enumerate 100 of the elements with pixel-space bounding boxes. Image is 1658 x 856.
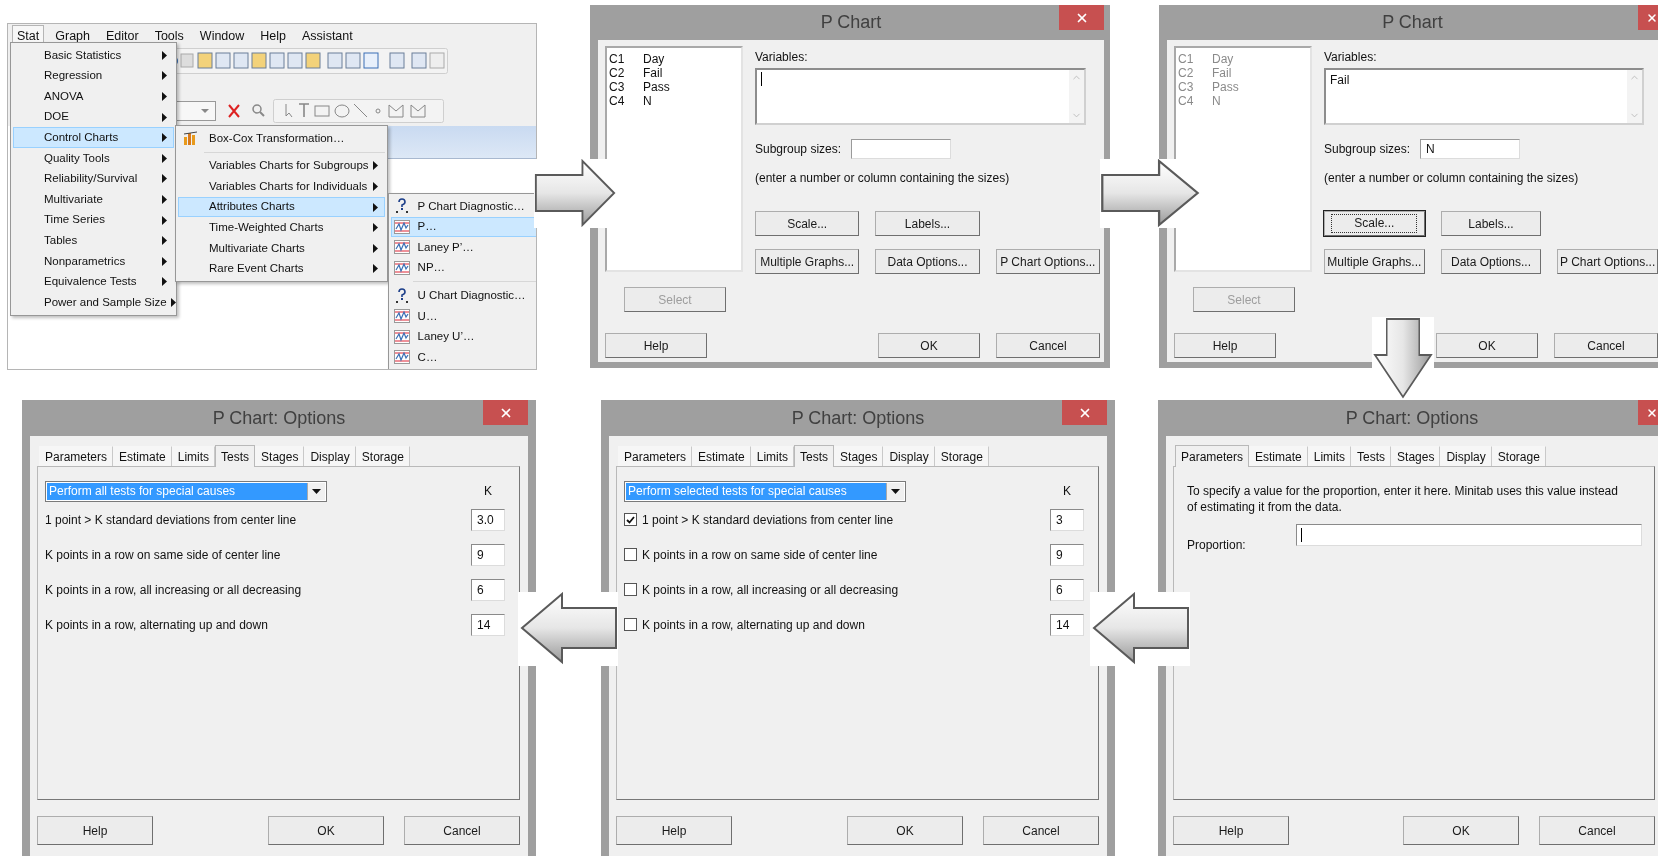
close-button[interactable] bbox=[1638, 5, 1658, 30]
help-button[interactable]: Help bbox=[616, 816, 732, 845]
menu-item[interactable]: Time Series bbox=[13, 209, 174, 231]
close-button[interactable] bbox=[483, 400, 528, 425]
tab[interactable]: Limits bbox=[1307, 446, 1352, 466]
tab[interactable]: Display bbox=[304, 446, 356, 466]
tab[interactable]: Estimate bbox=[113, 446, 172, 466]
tab[interactable]: Display bbox=[1440, 446, 1492, 466]
tab[interactable]: Stages bbox=[1391, 446, 1441, 466]
ok-button[interactable]: OK bbox=[878, 333, 980, 358]
checkbox[interactable] bbox=[624, 513, 637, 526]
ok-button[interactable]: OK bbox=[268, 816, 384, 845]
tab[interactable]: Stages bbox=[834, 446, 884, 466]
help-button[interactable]: Help bbox=[37, 816, 153, 845]
ok-button[interactable]: OK bbox=[1436, 333, 1538, 358]
tab[interactable]: Limits bbox=[171, 446, 216, 466]
ok-button[interactable]: OK bbox=[1403, 816, 1519, 845]
dialog-button[interactable]: Labels... bbox=[1440, 211, 1542, 236]
checkbox[interactable] bbox=[624, 618, 637, 631]
menu-bar-item[interactable]: Help bbox=[255, 25, 292, 47]
menu-item[interactable]: Basic Statistics bbox=[13, 45, 174, 66]
help-button[interactable]: Help bbox=[605, 333, 707, 358]
menu-item[interactable]: P Chart Diagnostic… bbox=[390, 196, 536, 217]
tab[interactable]: Stages bbox=[255, 446, 305, 466]
tab[interactable]: Tests bbox=[794, 445, 835, 467]
menu-item[interactable]: Multivariate Charts bbox=[178, 237, 385, 259]
k-value-field[interactable]: 6 bbox=[471, 578, 505, 601]
menu-item[interactable]: ANOVA bbox=[13, 86, 174, 107]
menu-bar-item[interactable]: Assistant bbox=[297, 25, 358, 47]
tab[interactable]: Estimate bbox=[692, 446, 751, 466]
menu-bar-item[interactable]: Window bbox=[194, 25, 250, 47]
help-button[interactable]: Help bbox=[1174, 333, 1276, 358]
dialog-button[interactable]: P Chart Options... bbox=[995, 249, 1100, 274]
dropdown-button[interactable] bbox=[886, 482, 904, 500]
menu-item[interactable]: Quality Tools bbox=[13, 147, 174, 169]
ok-button[interactable]: OK bbox=[847, 816, 963, 845]
cancel-button[interactable]: Cancel bbox=[404, 816, 520, 845]
tab[interactable]: Storage bbox=[934, 446, 989, 466]
checkbox[interactable] bbox=[624, 548, 637, 561]
dialog-button[interactable]: P Chart Options... bbox=[1557, 249, 1658, 274]
k-value-field[interactable]: 6 bbox=[1050, 578, 1084, 601]
menu-item[interactable]: Reliability/Survival bbox=[13, 168, 174, 190]
tab[interactable]: Storage bbox=[355, 446, 410, 466]
menu-item[interactable]: Laney P’… bbox=[390, 237, 536, 258]
k-value-field[interactable]: 14 bbox=[471, 613, 505, 636]
tab[interactable]: Estimate bbox=[1249, 446, 1308, 466]
tab[interactable]: Parameters bbox=[39, 446, 114, 466]
menu-item[interactable]: Rare Event Charts bbox=[178, 258, 385, 280]
cancel-button[interactable]: Cancel bbox=[1539, 816, 1655, 845]
menu-item[interactable]: Variables Charts for Subgroups bbox=[178, 155, 385, 177]
menu-item[interactable]: U… bbox=[390, 305, 536, 327]
dialog-button[interactable]: Multiple Graphs... bbox=[1324, 249, 1425, 274]
dialog-button[interactable]: Scale... bbox=[755, 211, 860, 236]
menu-item[interactable]: Nonparametrics bbox=[13, 250, 174, 272]
menu-item[interactable]: U Chart Diagnostic… bbox=[390, 285, 536, 306]
dialog-button[interactable]: Data Options... bbox=[1440, 249, 1542, 274]
menu-item[interactable]: Laney U’… bbox=[390, 326, 536, 348]
menu-item[interactable]: C… bbox=[390, 347, 536, 368]
menu-item[interactable]: NP… bbox=[390, 257, 536, 279]
dialog-button[interactable]: Multiple Graphs... bbox=[755, 249, 860, 274]
menu-item[interactable]: Box-Cox Transformation… bbox=[178, 128, 385, 149]
k-value-field[interactable]: 9 bbox=[1050, 543, 1084, 566]
tab[interactable]: Tests bbox=[215, 445, 256, 467]
help-button[interactable]: Help bbox=[1173, 816, 1289, 845]
menu-item[interactable]: Equivalence Tests bbox=[13, 271, 174, 293]
menu-item[interactable]: Time-Weighted Charts bbox=[178, 217, 385, 238]
menu-item[interactable]: Multivariate bbox=[13, 189, 174, 210]
dialog-button[interactable]: Scale... bbox=[1324, 211, 1425, 236]
menu-item[interactable]: Variables Charts for Individuals bbox=[178, 176, 385, 197]
close-button[interactable] bbox=[1062, 400, 1107, 425]
k-value-field[interactable]: 3.0 bbox=[471, 508, 505, 531]
tab[interactable]: Display bbox=[883, 446, 935, 466]
menu-item[interactable]: Tables bbox=[13, 230, 174, 251]
menu-item[interactable]: Control Charts bbox=[13, 127, 174, 148]
subgroup-sizes-field[interactable]: N bbox=[1420, 139, 1521, 159]
menu-item[interactable]: Power and Sample Size bbox=[13, 292, 174, 313]
subgroup-sizes-field[interactable] bbox=[851, 139, 952, 159]
close-button[interactable] bbox=[1638, 400, 1658, 425]
checkbox[interactable] bbox=[624, 583, 637, 596]
cancel-button[interactable]: Cancel bbox=[996, 333, 1100, 358]
menu-item[interactable]: DOE bbox=[13, 106, 174, 128]
tab[interactable]: Storage bbox=[1491, 446, 1546, 466]
column-name[interactable]: Day bbox=[643, 50, 665, 68]
dropdown-button[interactable] bbox=[307, 482, 325, 500]
dialog-button[interactable]: Data Options... bbox=[875, 249, 980, 274]
menu-item[interactable]: Attributes Charts bbox=[178, 196, 385, 218]
menu-item[interactable]: P… bbox=[390, 216, 536, 238]
k-value-field[interactable]: 9 bbox=[471, 543, 505, 566]
tab[interactable]: Parameters bbox=[1175, 445, 1250, 467]
k-value-field[interactable]: 14 bbox=[1050, 613, 1084, 636]
cancel-button[interactable]: Cancel bbox=[1554, 333, 1658, 358]
menu-item[interactable]: Regression bbox=[13, 65, 174, 87]
proportion-field[interactable] bbox=[1296, 524, 1642, 546]
tab[interactable]: Tests bbox=[1351, 446, 1392, 466]
tab[interactable]: Limits bbox=[750, 446, 795, 466]
dialog-button[interactable]: Labels... bbox=[875, 211, 980, 236]
cancel-button[interactable]: Cancel bbox=[983, 816, 1099, 845]
k-value-field[interactable]: 3 bbox=[1050, 508, 1084, 531]
tab[interactable]: Parameters bbox=[618, 446, 693, 466]
close-button[interactable] bbox=[1059, 5, 1104, 30]
